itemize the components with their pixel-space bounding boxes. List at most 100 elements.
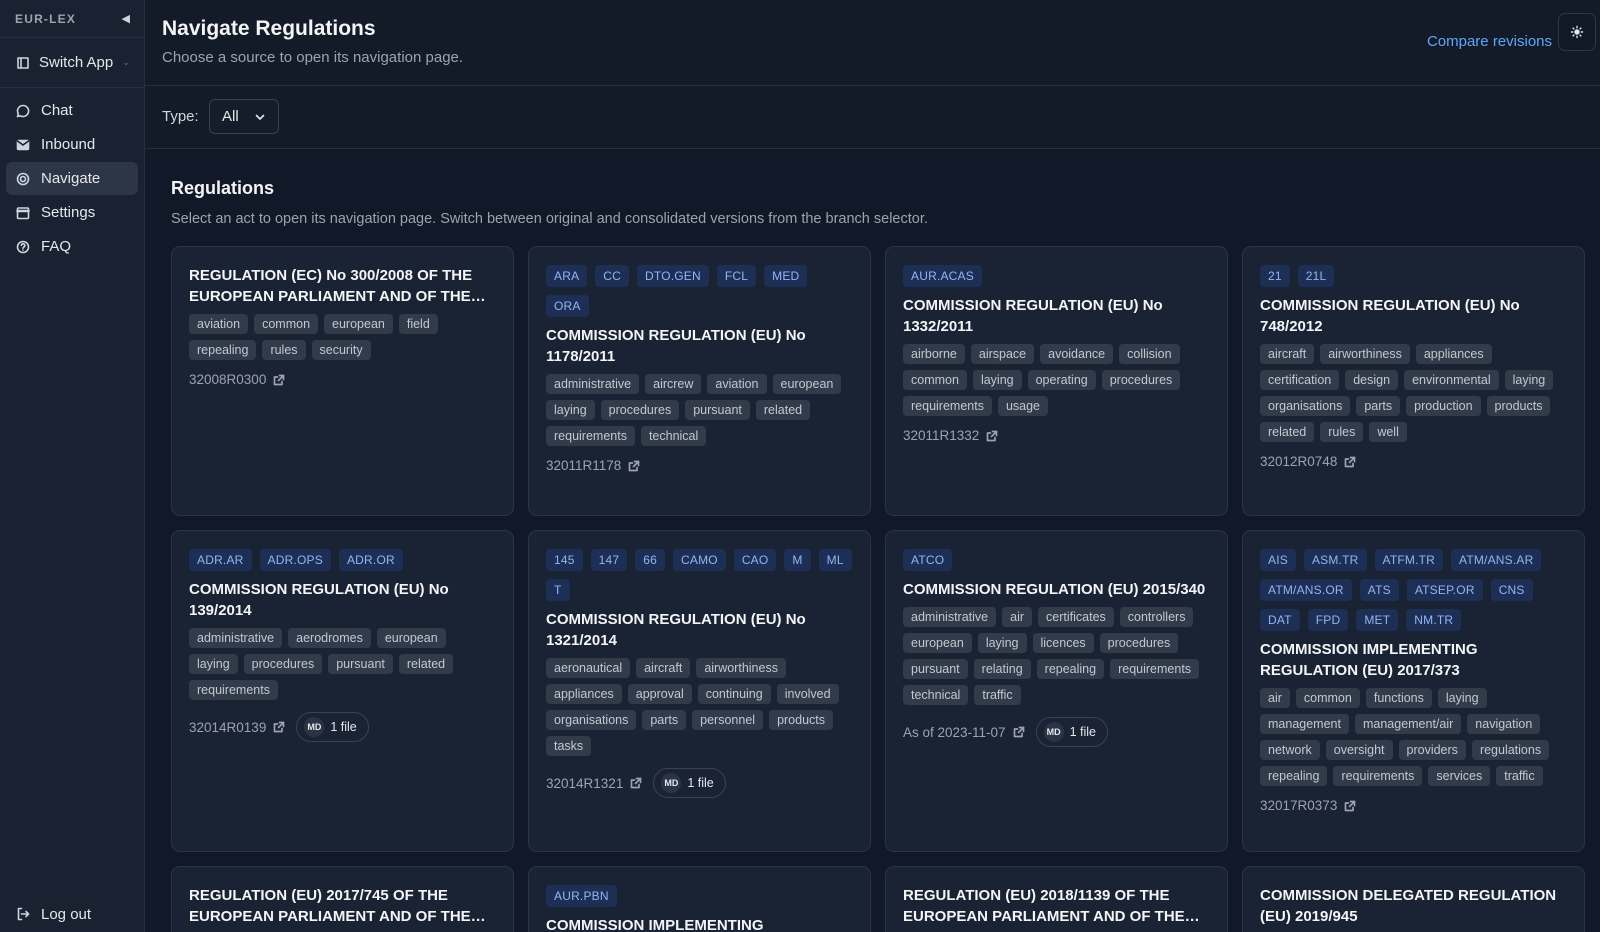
keyword-tags: aeronautical aircraft airworthiness applian…: [546, 658, 853, 756]
annex-chip: ATS: [1359, 579, 1399, 601]
markdown-icon: MD: [1043, 722, 1064, 742]
window-icon: [17, 56, 29, 69]
keyword-tags: airborne airspace avoidance collision common…: [903, 344, 1210, 416]
annex-chip: ATSEP.OR: [1406, 579, 1483, 601]
keyword-tag: laying: [1504, 370, 1554, 390]
sidebar-item-label: Settings: [41, 204, 96, 221]
keyword-tag: licences: [1032, 633, 1094, 653]
regulation-meta: 32008R0300: [189, 372, 496, 387]
external-link-icon[interactable]: [273, 374, 285, 386]
annex-chips: ARA CC DTO.GEN FCL MED ORA: [546, 265, 853, 317]
keyword-tag: regulations: [1471, 740, 1550, 760]
keyword-tag: airspace: [970, 344, 1035, 364]
regulation-card[interactable]: COMMISSION DELEGATED REGULATION (EU) 201…: [1242, 866, 1585, 932]
keyword-tag: aviation: [707, 374, 767, 394]
page-subtitle: Choose a source to open its navigation p…: [162, 49, 464, 66]
annex-chip: CAMO: [673, 549, 726, 571]
regulation-card[interactable]: 145 147 66 CAMO CAO M ML T COMMISSION REGULATION…: [528, 530, 871, 852]
annex-chip: AUR.PBN: [546, 885, 617, 907]
type-filter-select[interactable]: All: [209, 99, 279, 134]
regulation-title: REGULATION (EU) 2017/745 OF THE EUROPEAN…: [189, 887, 471, 925]
regulation-card[interactable]: ARA CC DTO.GEN FCL MED ORA COMMISSION REGULATI…: [528, 246, 871, 516]
regulation-card[interactable]: ADR.AR ADR.OPS ADR.OR COMMISSION REGULATION…: [171, 530, 514, 852]
annex-chip: DAT: [1260, 609, 1300, 631]
sidebar-item-settings[interactable]: Settings: [6, 196, 138, 229]
external-link-icon[interactable]: [1344, 456, 1356, 468]
annex-chip: CAO: [733, 549, 777, 571]
regulation-title: COMMISSION REGULATION (EU) No 139/2014: [189, 581, 449, 619]
keyword-tag: airworthiness: [1320, 344, 1410, 364]
regulation-title: COMMISSION REGULATION (EU) No 1332/2011: [903, 297, 1163, 335]
sidebar-item-navigate[interactable]: Navigate: [6, 162, 138, 195]
regulation-card[interactable]: REGULATION (EU) 2017/745 OF THE EUROPEAN…: [171, 866, 514, 932]
celex-id: 32012R0748: [1260, 454, 1338, 469]
regulation-meta: 32017R0373: [1260, 798, 1567, 813]
annex-chip: ATCO: [903, 549, 953, 571]
sidebar-item-faq[interactable]: FAQ: [6, 230, 138, 263]
keyword-tag: field: [398, 314, 438, 334]
annex-chip: ARA: [546, 265, 588, 287]
keyword-tag: aviation: [189, 314, 249, 334]
keyword-tag: controllers: [1119, 607, 1194, 627]
regulation-card[interactable]: REGULATION (EU) 2018/1139 OF THE EUROPEA…: [885, 866, 1228, 932]
keyword-tags: aircraft airworthiness appliances certifica…: [1260, 344, 1567, 442]
keyword-tag: procedures: [1101, 370, 1181, 390]
annex-chip: ADR.OPS: [259, 549, 331, 571]
switch-app-button[interactable]: Switch App ⌄: [0, 38, 144, 88]
sun-icon: [1570, 25, 1584, 39]
external-link-icon[interactable]: [1013, 726, 1025, 738]
keyword-tag: pursuant: [903, 659, 968, 679]
chat-icon: [16, 104, 30, 117]
regulation-card[interactable]: AUR.ACAS COMMISSION REGULATION (EU) No 13…: [885, 246, 1228, 516]
regulation-card[interactable]: ATCO COMMISSION REGULATION (EU) 2015/340 a…: [885, 530, 1228, 852]
keyword-tag: administrative: [189, 628, 283, 648]
external-link-icon[interactable]: [1344, 800, 1356, 812]
keyword-tag: administrative: [546, 374, 640, 394]
annex-chips: AUR.ACAS: [903, 265, 1210, 287]
collapse-sidebar-icon[interactable]: ◀: [122, 12, 130, 25]
keyword-tag: organisations: [546, 710, 637, 730]
compare-revisions-link[interactable]: Compare revisions: [1427, 33, 1552, 50]
external-link-icon[interactable]: [630, 777, 642, 789]
regulation-title: COMMISSION REGULATION (EU) No 1178/2011: [546, 327, 806, 365]
sidebar-item-chat[interactable]: Chat: [6, 94, 138, 127]
keyword-tags: administrative air certificates controllers…: [903, 607, 1210, 705]
annex-chip: M: [784, 549, 811, 571]
annex-chip: 147: [590, 549, 628, 571]
annex-chip: 145: [546, 549, 583, 571]
sidebar-header: EUR-LEX ◀: [0, 0, 144, 38]
files-badge[interactable]: MD 1 file: [653, 768, 726, 798]
keyword-tag: laying: [189, 654, 238, 674]
logout-button[interactable]: Log out: [6, 900, 101, 928]
celex-id: 32008R0300: [189, 372, 267, 387]
files-badge[interactable]: MD 1 file: [296, 712, 369, 742]
annex-chip: ORA: [546, 295, 589, 317]
external-link-icon[interactable]: [986, 430, 998, 442]
section-subtitle: Select an act to open its navigation pag…: [171, 211, 928, 227]
main-content: Navigate Regulations Choose a source to …: [145, 0, 1600, 932]
regulation-card[interactable]: AUR.PBN COMMISSION IMPLEMENTING: [528, 866, 871, 932]
filter-bar: Type: All: [145, 86, 1600, 149]
keyword-tag: management/air: [1354, 714, 1462, 734]
theme-toggle-button[interactable]: [1558, 13, 1596, 51]
keyword-tag: pursuant: [685, 400, 750, 420]
keyword-tag: appliances: [546, 684, 622, 704]
keyword-tag: air: [1002, 607, 1033, 627]
regulation-card[interactable]: AIS ASM.TR ATFM.TR ATM/ANS.AR ATM/ANS.OR ATS A…: [1242, 530, 1585, 852]
keyword-tag: air: [1260, 688, 1290, 708]
keyword-tag: production: [1406, 396, 1481, 416]
keyword-tag: environmental: [1404, 370, 1499, 390]
files-badge[interactable]: MD 1 file: [1035, 717, 1108, 747]
sidebar-item-label: FAQ: [41, 238, 72, 255]
regulation-card[interactable]: REGULATION (EC) No 300/2008 OF THE EUROP…: [171, 246, 514, 516]
keyword-tag: tasks: [546, 736, 592, 756]
keyword-tag: providers: [1398, 740, 1466, 760]
keyword-tags: administrative aircrew aviation european lay…: [546, 374, 853, 446]
external-link-icon[interactable]: [628, 460, 640, 472]
regulation-card[interactable]: 21 21L COMMISSION REGULATION (EU) No 748/2…: [1242, 246, 1585, 516]
regulation-meta: 32012R0748: [1260, 454, 1567, 469]
external-link-icon[interactable]: [273, 721, 285, 733]
sidebar-item-inbound[interactable]: Inbound: [6, 128, 138, 161]
markdown-icon: MD: [304, 717, 325, 737]
keyword-tag: related: [1260, 422, 1315, 442]
